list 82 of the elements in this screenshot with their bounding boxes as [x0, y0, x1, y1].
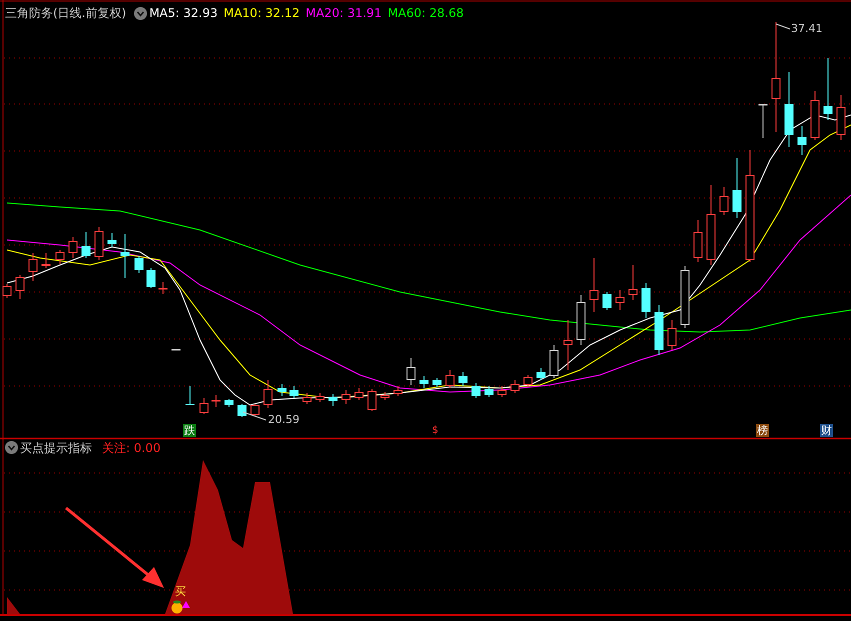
candlestick — [498, 386, 506, 398]
candlestick — [108, 232, 116, 248]
candlestick — [354, 388, 364, 400]
candlestick — [278, 384, 286, 396]
dropdown-icon[interactable] — [5, 441, 18, 454]
leader-line — [242, 412, 266, 420]
triangle-icon — [182, 601, 190, 608]
candlestick — [56, 250, 64, 264]
candlestick — [824, 58, 832, 120]
candlestick — [446, 370, 454, 388]
candlestick — [564, 320, 572, 370]
candlestick — [732, 158, 742, 218]
candlestick — [484, 386, 494, 398]
candlestick — [172, 348, 180, 350]
candlestick — [576, 294, 586, 346]
candlestick — [224, 398, 234, 408]
candlestick — [238, 404, 246, 418]
candlestick — [250, 404, 260, 416]
candlestick — [590, 258, 598, 312]
candlestick — [510, 380, 520, 394]
candlestick — [550, 344, 558, 378]
candlestick — [94, 226, 104, 260]
candlestick — [380, 392, 390, 400]
candlestick — [28, 252, 38, 282]
candlestick — [2, 284, 12, 298]
candlestick — [302, 392, 312, 404]
event-badge[interactable]: 跌 — [183, 424, 196, 437]
candlestick — [394, 386, 402, 396]
ma-value: MA5: 32.93 — [149, 5, 218, 21]
ma-value: MA60: 28.68 — [388, 5, 464, 21]
candlestick — [134, 256, 144, 274]
candlestick — [758, 104, 768, 138]
event-badge[interactable]: 榜 — [756, 424, 769, 437]
candlestick — [536, 368, 546, 380]
fruit-icon — [172, 600, 182, 614]
buy-signal-label: 买 — [175, 585, 186, 598]
chart-title: 三角防务(日线.前复权) — [5, 5, 126, 21]
event-badge[interactable]: 财 — [820, 424, 833, 437]
candlestick — [798, 126, 806, 156]
candlestick — [146, 268, 156, 288]
candlestick — [342, 390, 350, 404]
indicator-reading: 关注: 0.00 — [102, 440, 161, 456]
candlestick — [16, 274, 24, 300]
candlestick — [368, 388, 376, 412]
price-label: 20.59 — [268, 413, 300, 427]
ma-value: MA20: 31.91 — [306, 5, 382, 21]
candlestick — [290, 386, 298, 398]
candlestick — [264, 380, 272, 408]
candlestick — [472, 382, 480, 398]
candlestick — [680, 266, 690, 328]
event-symbol[interactable]: $ — [432, 424, 438, 437]
candlestick — [42, 252, 50, 268]
candlestick — [602, 292, 612, 310]
candlestick — [694, 220, 702, 262]
candlestick — [68, 236, 78, 258]
candlestick — [186, 386, 194, 406]
candlestick — [328, 394, 338, 406]
candlestick — [524, 374, 532, 388]
candlestick — [642, 282, 650, 318]
candlestick — [82, 232, 90, 258]
leader-line — [776, 24, 790, 30]
candlestick — [668, 320, 676, 350]
candlestick — [406, 358, 416, 386]
candlestick — [616, 290, 624, 310]
candlestick — [420, 376, 428, 388]
candlestick — [432, 378, 442, 388]
candlestick — [458, 372, 468, 386]
candlestick — [212, 394, 220, 408]
candlestick — [836, 94, 846, 140]
price-label: 37.41 — [791, 22, 822, 36]
candlestick — [120, 234, 130, 278]
ma-value: MA10: 32.12 — [224, 5, 300, 21]
candlestick — [200, 398, 208, 414]
candlestick — [720, 186, 728, 216]
dropdown-icon[interactable] — [134, 7, 147, 20]
candlestick — [810, 90, 820, 140]
candlestick — [158, 282, 168, 294]
candlestick — [316, 392, 324, 402]
candlestick — [628, 264, 638, 300]
candlestick — [654, 304, 664, 356]
indicator-title: 买点提示指标 — [20, 440, 92, 456]
indicator-area — [7, 597, 20, 614]
